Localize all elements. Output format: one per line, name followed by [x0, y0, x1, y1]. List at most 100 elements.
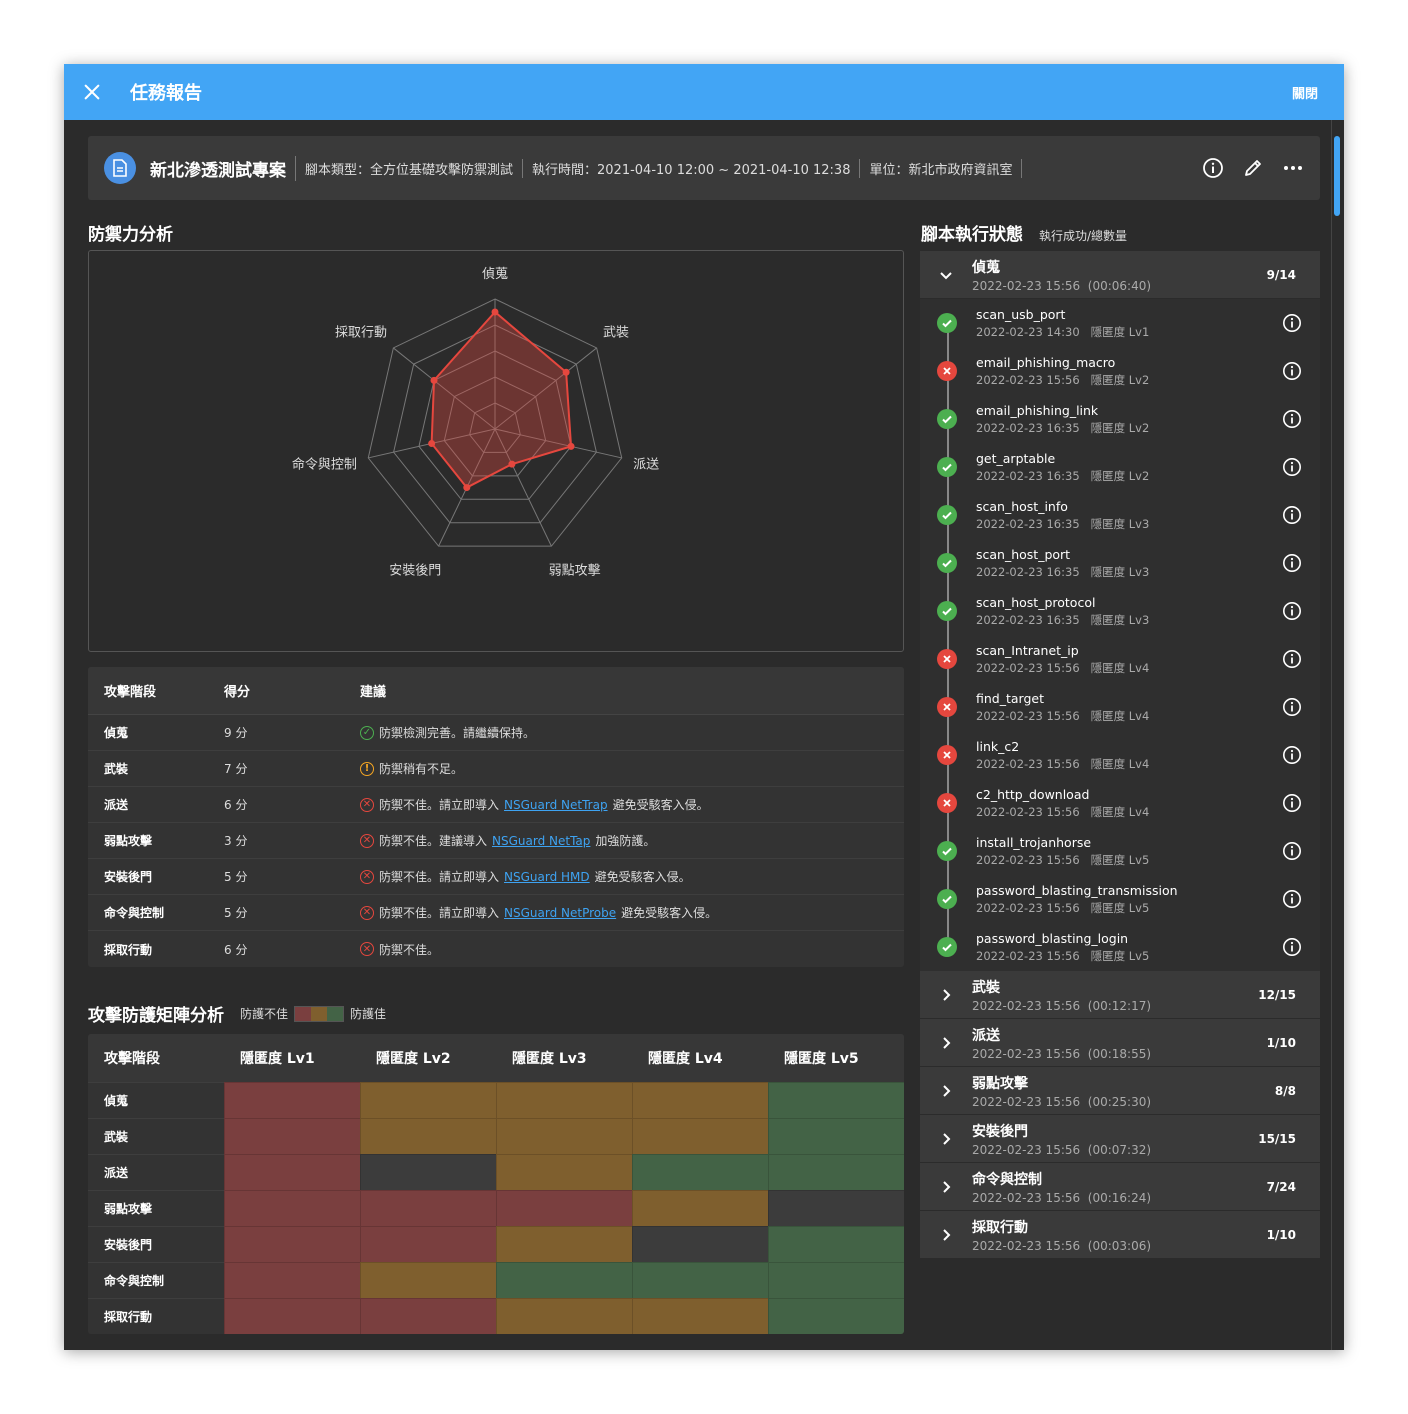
- phase-name: 偵蒐: [972, 259, 1000, 276]
- info-icon[interactable]: [1282, 601, 1302, 621]
- script-item[interactable]: email_phishing_link 2022-02-23 16:35 隱匿度 …: [920, 395, 1320, 443]
- radar-point: [491, 308, 499, 316]
- info-icon[interactable]: [1282, 889, 1302, 909]
- success-check-icon: [937, 937, 957, 957]
- script-meta: 2022-02-23 16:35 隱匿度 Lv2: [976, 420, 1150, 435]
- phase-count: 1/10: [1266, 1227, 1296, 1242]
- script-phase-list: 偵蒐 2022-02-23 15:56 (00:06:40) 9/14 scan…: [920, 251, 1320, 1259]
- score-value: 6 分: [224, 798, 248, 812]
- chevron-right-icon[interactable]: [938, 1083, 954, 1099]
- error-circle-icon: ✕: [360, 833, 374, 848]
- matrix-header-lv3: 隱匿度 Lv3: [512, 1051, 587, 1067]
- score-row: 安裝後門 5 分 ✕ 防禦不佳。請立即導入 NSGuard HMD 避免受駭客入侵。: [88, 859, 904, 895]
- phase-collapsed[interactable]: 派送 2022-02-23 15:56 (00:18:55) 1/10: [920, 1019, 1320, 1067]
- chevron-right-icon[interactable]: [938, 987, 954, 1003]
- phase-collapsed[interactable]: 武裝 2022-02-23 15:56 (00:12:17) 12/15: [920, 971, 1320, 1019]
- window-title: 任務報告: [130, 83, 202, 104]
- product-link[interactable]: NSGuard NetTrap: [504, 798, 608, 812]
- score-value: 6 分: [224, 942, 248, 957]
- document-icon: [104, 152, 136, 184]
- info-icon[interactable]: [1282, 409, 1302, 429]
- scrollbar-track[interactable]: [1331, 120, 1332, 1350]
- script-item[interactable]: password_blasting_login 2022-02-23 15:56 …: [920, 923, 1320, 971]
- script-item[interactable]: scan_host_info 2022-02-23 16:35 隱匿度 Lv3: [920, 491, 1320, 539]
- info-icon[interactable]: [1282, 697, 1302, 717]
- script-item[interactable]: scan_Intranet_ip 2022-02-23 15:56 隱匿度 Lv4: [920, 635, 1320, 683]
- script-item[interactable]: link_c2 2022-02-23 15:56 隱匿度 Lv4: [920, 731, 1320, 779]
- chevron-right-icon[interactable]: [938, 1227, 954, 1243]
- script-name: find_target: [976, 690, 1044, 706]
- phase-collapsed[interactable]: 命令與控制 2022-02-23 15:56 (00:16:24) 7/24: [920, 1163, 1320, 1211]
- info-icon[interactable]: [1282, 793, 1302, 813]
- matrix-row: 採取行動: [88, 1298, 904, 1334]
- script-item[interactable]: scan_host_port 2022-02-23 16:35 隱匿度 Lv3: [920, 539, 1320, 587]
- script-name: email_phishing_macro: [976, 354, 1116, 370]
- radar-point: [428, 439, 436, 447]
- radar-point: [463, 484, 471, 492]
- chevron-down-icon[interactable]: [938, 267, 954, 283]
- info-icon[interactable]: [1282, 505, 1302, 525]
- advice-text: 防禦不佳。請立即導入: [379, 906, 500, 920]
- scrollbar-thumb[interactable]: [1334, 136, 1340, 216]
- phase-expanded[interactable]: 偵蒐 2022-02-23 15:56 (00:06:40) 9/14: [920, 251, 1320, 299]
- matrix-cell-lv1: [224, 1262, 360, 1298]
- script-items: scan_usb_port 2022-02-23 14:30 隱匿度 Lv1 ema…: [920, 299, 1320, 971]
- matrix-title: 攻擊防護矩陣分析: [88, 1006, 224, 1026]
- info-icon[interactable]: [1282, 361, 1302, 381]
- info-icon[interactable]: [1282, 313, 1302, 333]
- product-link[interactable]: NSGuard NetTap: [492, 834, 590, 848]
- defense-analysis-title: 防禦力分析: [88, 225, 173, 245]
- matrix-header: 攻擊階段 隱匿度 Lv1 隱匿度 Lv2 隱匿度 Lv3 隱匿度 Lv4 隱匿度…: [88, 1034, 904, 1082]
- product-link[interactable]: NSGuard NetProbe: [504, 906, 616, 920]
- matrix-stage: 採取行動: [88, 1298, 224, 1334]
- info-icon[interactable]: [1282, 553, 1302, 573]
- chevron-right-icon[interactable]: [938, 1035, 954, 1051]
- info-icon[interactable]: [1282, 649, 1302, 669]
- info-icon[interactable]: [1282, 937, 1302, 957]
- script-meta: 2022-02-23 15:56 隱匿度 Lv5: [976, 948, 1150, 963]
- score-value: 9 分: [224, 726, 248, 740]
- script-item[interactable]: email_phishing_macro 2022-02-23 15:56 隱匿度…: [920, 347, 1320, 395]
- script-item[interactable]: password_blasting_transmission 2022-02-23…: [920, 875, 1320, 923]
- matrix-cell-lv1: [224, 1298, 360, 1334]
- close-icon[interactable]: [82, 82, 102, 102]
- chevron-right-icon[interactable]: [938, 1179, 954, 1195]
- score-advice: ✓ 防禦檢測完善。請繼續保持。: [360, 724, 904, 741]
- matrix-cell-lv5: [768, 1082, 904, 1118]
- phase-collapsed[interactable]: 採取行動 2022-02-23 15:56 (00:03:06) 1/10: [920, 1211, 1320, 1259]
- score-value: 5 分: [224, 870, 248, 884]
- script-item[interactable]: scan_usb_port 2022-02-23 14:30 隱匿度 Lv1: [920, 299, 1320, 347]
- project-name: 新北滲透測試專案: [150, 155, 296, 181]
- script-item[interactable]: install_trojanhorse 2022-02-23 15:56 隱匿度 …: [920, 827, 1320, 875]
- script-name: install_trojanhorse: [976, 834, 1092, 850]
- script-item[interactable]: scan_host_protocol 2022-02-23 16:35 隱匿度 L…: [920, 587, 1320, 635]
- matrix-cell-lv4: [632, 1226, 768, 1262]
- matrix-cell-lv2: [360, 1298, 496, 1334]
- matrix-row: 弱點攻擊: [88, 1190, 904, 1226]
- info-icon[interactable]: [1282, 457, 1302, 477]
- phase-time: 2022-02-23 15:56 (00:06:40): [972, 278, 1152, 293]
- info-icon[interactable]: [1282, 841, 1302, 861]
- more-options-icon[interactable]: [1282, 157, 1304, 179]
- info-icon[interactable]: [1282, 745, 1302, 765]
- script-item[interactable]: find_target 2022-02-23 15:56 隱匿度 Lv4: [920, 683, 1320, 731]
- script-meta: 2022-02-23 16:35 隱匿度 Lv3: [976, 564, 1150, 579]
- script-item[interactable]: get_arptable 2022-02-23 16:35 隱匿度 Lv2: [920, 443, 1320, 491]
- product-link[interactable]: NSGuard HMD: [504, 870, 590, 884]
- matrix-cell-lv4: [632, 1262, 768, 1298]
- matrix-stage: 偵蒐: [88, 1082, 224, 1118]
- edit-pencil-icon[interactable]: [1242, 157, 1264, 179]
- info-icon[interactable]: [1202, 157, 1224, 179]
- phase-collapsed[interactable]: 安裝後門 2022-02-23 15:56 (00:07:32) 15/15: [920, 1115, 1320, 1163]
- project-info-bar: 新北滲透測試專案 腳本類型：全方位基礎攻擊防禦測試 執行時間：2021-04-1…: [88, 136, 1320, 200]
- script-item[interactable]: c2_http_download 2022-02-23 15:56 隱匿度 Lv4: [920, 779, 1320, 827]
- chevron-right-icon[interactable]: [938, 1131, 954, 1147]
- matrix-stage: 安裝後門: [88, 1226, 224, 1262]
- matrix-title-row: 攻擊防護矩陣分析 防護不佳 防護佳: [88, 1001, 386, 1026]
- script-meta: 2022-02-23 15:56 隱匿度 Lv4: [976, 804, 1150, 819]
- phase-collapsed[interactable]: 弱點攻擊 2022-02-23 15:56 (00:25:30) 8/8: [920, 1067, 1320, 1115]
- matrix-cell-lv4: [632, 1298, 768, 1334]
- close-button[interactable]: 關閉: [1292, 83, 1318, 102]
- score-stage: 安裝後門: [104, 870, 153, 884]
- matrix-cell-lv2: [360, 1262, 496, 1298]
